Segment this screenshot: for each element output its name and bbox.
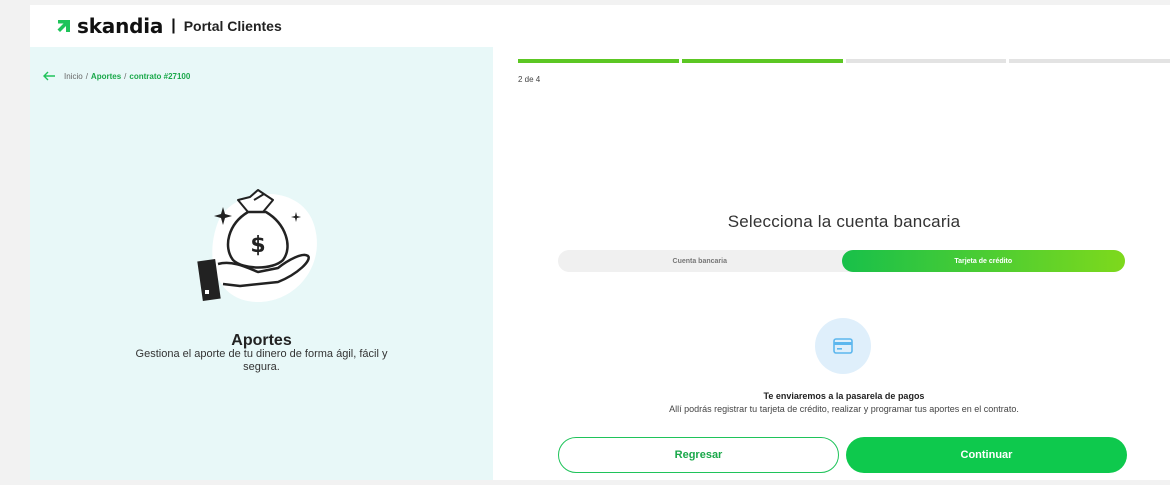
progress-step-4 bbox=[1009, 59, 1170, 63]
option-tarjeta-credito[interactable]: Tarjeta de crédito bbox=[841, 250, 1125, 272]
breadcrumb-separator: / bbox=[85, 71, 88, 81]
progress-step-3 bbox=[845, 59, 1007, 63]
svg-text:$: $ bbox=[250, 233, 265, 258]
progress-bar bbox=[518, 59, 1170, 63]
payment-method-toggle: Cuenta bancaria Tarjeta de crédito bbox=[558, 250, 1125, 272]
breadcrumb-contrato[interactable]: contrato #27100 bbox=[129, 72, 190, 81]
brand-name: skandia bbox=[77, 14, 164, 38]
portal-frame: skandia | Portal Clientes Inicio / Aport… bbox=[30, 5, 1170, 480]
portal-title: Portal Clientes bbox=[183, 18, 282, 34]
credit-card-icon bbox=[833, 338, 853, 354]
progress-step-1 bbox=[518, 59, 679, 63]
breadcrumb-aportes[interactable]: Aportes bbox=[91, 72, 121, 81]
header: skandia | Portal Clientes bbox=[30, 5, 1170, 47]
info-title: Te enviaremos a la pasarela de pagos bbox=[763, 391, 925, 401]
skandia-arrow-logo-icon bbox=[57, 20, 70, 32]
step-label: 2 de 4 bbox=[518, 75, 541, 84]
breadcrumb-inicio[interactable]: Inicio bbox=[64, 72, 83, 81]
option-cuenta-bancaria[interactable]: Cuenta bancaria bbox=[558, 250, 842, 272]
continue-button[interactable]: Continuar bbox=[846, 437, 1127, 473]
progress-step-2 bbox=[681, 59, 843, 63]
arrow-left-icon[interactable] bbox=[42, 71, 56, 81]
section-title: Selecciona la cuenta bancaria bbox=[727, 212, 961, 231]
money-bag-hand-icon: $ bbox=[197, 189, 317, 302]
back-button[interactable]: Regresar bbox=[558, 437, 839, 473]
form-panel: 2 de 4 Selecciona la cuenta bancaria Cue… bbox=[493, 47, 1170, 480]
breadcrumb-separator: / bbox=[124, 71, 127, 81]
info-description: Allí podrás registrar tu tarjeta de créd… bbox=[669, 404, 1019, 414]
logo[interactable]: skandia bbox=[57, 14, 163, 38]
intro-description: Gestiona el aporte de tu dinero de forma… bbox=[135, 348, 388, 373]
header-separator: | bbox=[171, 17, 176, 34]
breadcrumb: Inicio / Aportes / contrato #27100 bbox=[42, 71, 190, 81]
intro-panel: Inicio / Aportes / contrato #27100 $ Apo… bbox=[30, 47, 493, 480]
card-icon-badge bbox=[815, 318, 871, 374]
